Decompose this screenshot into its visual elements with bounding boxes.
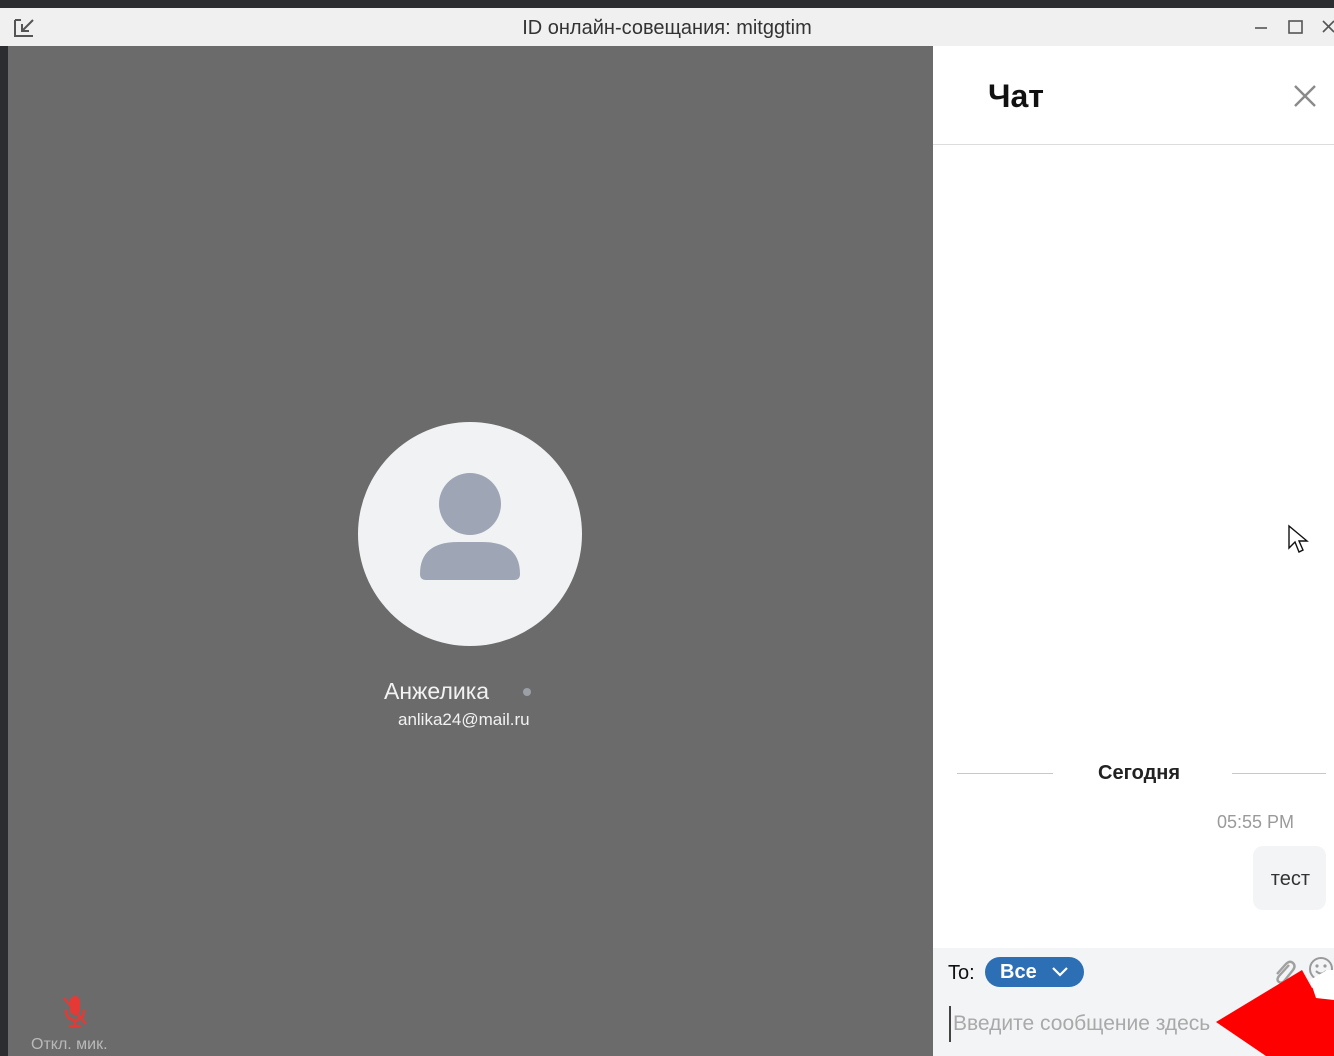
- chat-header: Чат: [933, 46, 1334, 145]
- date-divider-right: [1232, 773, 1326, 774]
- recipient-value: Все: [1000, 961, 1037, 983]
- recipient-select[interactable]: Все: [985, 957, 1084, 987]
- mic-label: Откл. мик.: [31, 1036, 108, 1053]
- message-time: 05:55 PM: [1217, 812, 1295, 832]
- participant-name: Анжелика: [384, 678, 490, 704]
- participant-email: anlika24@mail.ru: [398, 710, 530, 729]
- mic-off-icon: [63, 996, 87, 1028]
- avatar: [358, 422, 582, 646]
- window-title: ID онлайн-совещания: mitggtim: [522, 17, 812, 39]
- message-text: тест: [1270, 868, 1310, 890]
- close-window-icon[interactable]: [1320, 17, 1334, 37]
- video-area: Анжелика anlika24@mail.ru Откл. мик.: [8, 46, 933, 1056]
- date-divider-label: Сегодня: [1098, 762, 1181, 784]
- title-bar: ID онлайн-совещания: mitggtim: [0, 8, 1334, 46]
- date-divider-left: [957, 773, 1053, 774]
- recipient-label: To:: [948, 962, 975, 984]
- annotation-arrow-icon: [1216, 970, 1334, 1056]
- window-edge: [0, 46, 8, 1056]
- close-icon[interactable]: [1293, 84, 1317, 108]
- chevron-down-icon: [1052, 967, 1068, 977]
- maximize-icon[interactable]: [1286, 17, 1306, 37]
- status-dot: [523, 688, 531, 696]
- chat-title: Чат: [988, 78, 1044, 114]
- person-icon: [420, 473, 520, 580]
- mute-mic-button[interactable]: Откл. мик.: [28, 994, 124, 1054]
- minimize-icon[interactable]: [1252, 17, 1272, 37]
- cursor-icon: [1288, 524, 1309, 553]
- message-bubble[interactable]: тест: [1253, 846, 1326, 910]
- chat-panel: Чат Сегодня 05:55 PM тест To: Все: [933, 46, 1334, 1056]
